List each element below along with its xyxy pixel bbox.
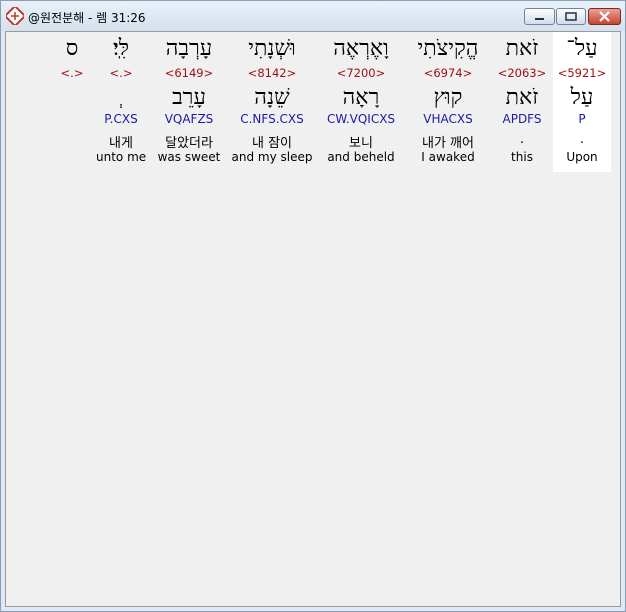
close-icon	[599, 11, 610, 22]
english-gloss: this	[511, 150, 533, 164]
strongs-number[interactable]: <.>	[56, 66, 88, 80]
hebrew-lemma: זֹאת	[505, 85, 539, 110]
english-gloss: Upon	[566, 150, 598, 164]
morphology-code: VQAFZS	[164, 112, 214, 126]
hebrew-lemma: עַל	[570, 85, 594, 110]
korean-gloss: .	[519, 132, 525, 147]
hebrew-word: לִּֽי׃	[112, 36, 130, 61]
strongs-number[interactable]: <7200>	[321, 66, 401, 80]
hebrew-word: ס	[65, 36, 79, 61]
hebrew-lemma: שֵׁנָה	[254, 85, 290, 110]
korean-gloss: 보니	[349, 136, 373, 151]
korean-gloss: 내 잠이	[251, 136, 292, 151]
minimize-button[interactable]	[524, 8, 555, 25]
english-gloss: I awaked	[421, 150, 475, 164]
hebrew-word: עַל־	[566, 36, 598, 61]
korean-gloss: 달았더라	[165, 136, 213, 151]
word-column[interactable]: לִּֽי׃ <.> ְ P.CXS 내게 unto me	[96, 32, 146, 172]
window-title: @원전분해 - 렘 31:26	[28, 11, 146, 25]
morphology-code: C.NFS.CXS	[240, 112, 304, 126]
morphology-code: CW.VQICXS	[326, 112, 396, 126]
maximize-button[interactable]	[556, 8, 586, 25]
morphology-code: APDFS	[502, 112, 542, 126]
hebrew-lemma: עָרֵב	[172, 85, 206, 110]
hebrew-word: וּשְׁנָתִי	[248, 36, 296, 61]
strongs-number[interactable]: <5921>	[553, 66, 611, 80]
hebrew-lemma: ְ	[96, 84, 146, 110]
app-logo-icon	[6, 7, 24, 25]
minimize-icon	[535, 18, 544, 20]
hebrew-word: זֹאת	[505, 36, 539, 61]
word-column[interactable]: עַל־ <5921> עַל P . Upon	[553, 32, 611, 172]
strongs-number[interactable]: <8142>	[230, 66, 314, 80]
word-analysis-pane: עַל־ <5921> עַל P . Upon זֹאת <2063> זֹא…	[5, 31, 621, 607]
morphology-code: P.CXS	[104, 112, 138, 126]
english-gloss: and my sleep	[231, 150, 313, 164]
hebrew-word: עָרְבָה	[165, 36, 213, 61]
hebrew-lemma: קוּץ	[433, 85, 463, 110]
word-column[interactable]: וָאֶרְאֶה <7200> רָאָה CW.VQICXS 보니 and …	[321, 32, 401, 172]
strongs-number[interactable]: <.>	[96, 66, 146, 80]
restore-icon	[565, 12, 577, 21]
word-column[interactable]: הֱקִיצֹתִי <6974> קוּץ VHACXS 내가 깨어 I aw…	[408, 32, 488, 172]
english-gloss: unto me	[96, 150, 147, 164]
korean-gloss: .	[579, 132, 585, 147]
strongs-number[interactable]: <6149>	[156, 66, 222, 80]
morphology-code: VHACXS	[423, 112, 473, 126]
hebrew-word: וָאֶרְאֶה	[333, 36, 389, 61]
english-gloss: was sweet	[157, 150, 221, 164]
english-gloss: and beheld	[327, 150, 395, 164]
app-window: @원전분해 - 렘 31:26 עַל־ <5921> עַל P . Upon…	[0, 0, 626, 612]
title-bar[interactable]: @원전분해 - 렘 31:26	[1, 1, 625, 31]
korean-gloss: 내게	[109, 136, 133, 151]
word-column[interactable]: זֹאת <2063> זֹאת APDFS . this	[494, 32, 550, 172]
strongs-number[interactable]: <2063>	[494, 66, 550, 80]
morphology-code: P	[578, 112, 586, 126]
word-column[interactable]: וּשְׁנָתִי <8142> שֵׁנָה C.NFS.CXS 내 잠이 …	[230, 32, 314, 172]
hebrew-word: הֱקִיצֹתִי	[417, 36, 479, 61]
hebrew-lemma: רָאָה	[342, 85, 380, 110]
word-column[interactable]: עָרְבָה <6149> עָרֵב VQAFZS 달았더라 was swe…	[156, 32, 222, 172]
strongs-number[interactable]: <6974>	[408, 66, 488, 80]
word-column[interactable]: ס <.>	[56, 32, 88, 172]
korean-gloss: 내가 깨어	[422, 136, 474, 151]
close-button[interactable]	[588, 8, 621, 25]
